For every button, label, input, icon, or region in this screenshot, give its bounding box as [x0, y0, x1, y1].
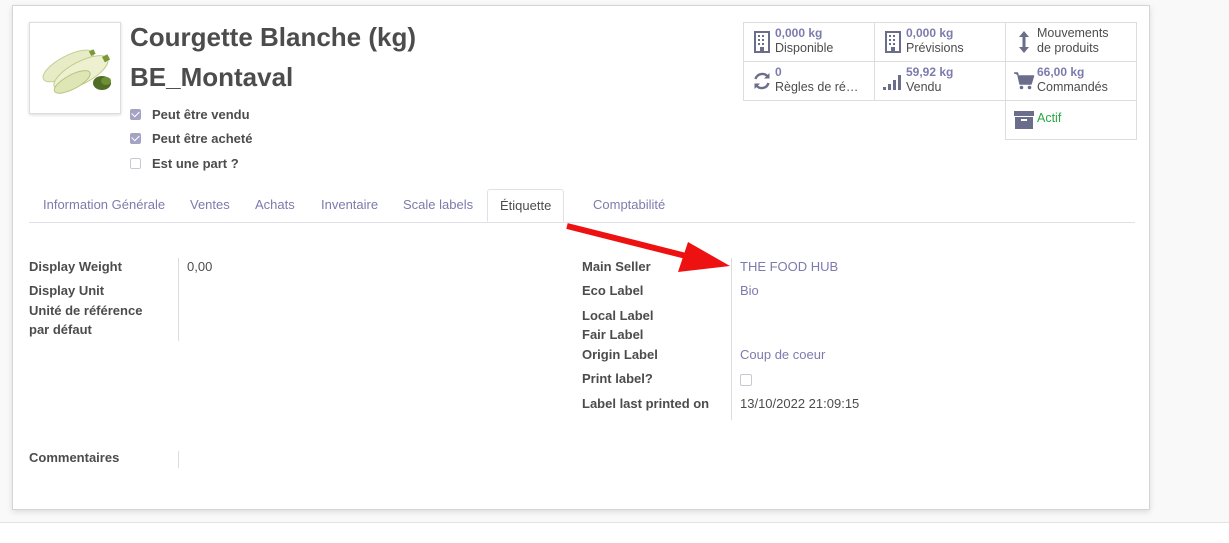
cart-icon — [1011, 62, 1037, 100]
tab-comptabilite[interactable]: Comptabilité — [581, 189, 677, 222]
product-image[interactable] — [29, 22, 121, 114]
origin-label-label: Origin Label — [582, 347, 658, 362]
up-down-arrow-icon — [1011, 23, 1037, 61]
eco-label-link[interactable]: Bio — [740, 281, 759, 300]
print-label-label: Print label? — [582, 371, 653, 386]
is-part-checkbox[interactable] — [130, 157, 141, 169]
stat-previsions-button[interactable]: 0,000 kg Prévisions — [874, 22, 1006, 62]
fair-label-label: Fair Label — [582, 327, 644, 342]
label-last-printed-label: Label last printed on — [582, 396, 710, 411]
field-separator — [178, 451, 179, 468]
stat-mouvements-button[interactable]: Mouvements de produits — [1005, 22, 1137, 62]
checkbox-row-part: Est une part ? — [130, 154, 239, 172]
refresh-icon — [749, 62, 775, 100]
checkbox-row-sold: Peut être vendu — [130, 105, 250, 123]
can-be-sold-checkbox[interactable] — [130, 108, 141, 120]
stat-vendu-button[interactable]: 59,92 kg Vendu — [874, 61, 1006, 101]
stat-regles-button[interactable]: 0 Règles de ré… — [743, 61, 875, 101]
regles-label: Règles de ré… — [775, 80, 859, 94]
stat-disponible-button[interactable]: 0,000 kg Disponible — [743, 22, 875, 62]
vendu-value: 59,92 kg — [906, 65, 954, 79]
tab-etiquette[interactable]: Étiquette — [487, 189, 565, 222]
can-be-purchased-label: Peut être acheté — [152, 130, 253, 146]
field-separator — [178, 258, 179, 341]
signal-bars-icon — [880, 62, 906, 100]
field-separator — [731, 258, 732, 420]
display-weight-label: Display Weight — [29, 259, 122, 274]
tab-inventaire[interactable]: Inventaire — [309, 189, 390, 222]
local-label-label: Local Label — [582, 308, 654, 323]
disponible-label: Disponible — [775, 41, 834, 55]
checkbox-row-purchased: Peut être acheté — [130, 129, 252, 147]
main-seller-link[interactable]: THE FOOD HUB — [740, 257, 838, 276]
courgette-image — [42, 49, 111, 94]
tab-achats[interactable]: Achats — [243, 189, 307, 222]
tab-ventes[interactable]: Ventes — [178, 189, 242, 222]
unite-reference-label-1: Unité de référence — [29, 303, 143, 318]
product-subtitle[interactable]: BE_Montaval — [130, 62, 293, 93]
unite-reference-label: Unité de référence par défaut — [29, 301, 142, 339]
previsions-label: Prévisions — [906, 41, 964, 55]
footer-area — [0, 523, 1229, 543]
print-label-checkbox[interactable] — [740, 374, 752, 386]
building-icon — [749, 23, 775, 61]
commandes-label: Commandés — [1037, 80, 1108, 94]
can-be-purchased-checkbox[interactable] — [130, 132, 141, 144]
mouvements-label-2: de produits — [1037, 41, 1099, 55]
notebook-tabs: Information Générale Ventes Achats Inven… — [29, 189, 1135, 223]
stat-commandes-button[interactable]: 66,00 kg Commandés — [1005, 61, 1137, 101]
unite-reference-label-2: par défaut — [29, 322, 92, 337]
tab-scale-labels[interactable]: Scale labels — [391, 189, 485, 222]
is-part-label: Est une part ? — [152, 155, 239, 171]
actif-label: Actif — [1037, 111, 1062, 125]
display-unit-label: Display Unit — [29, 283, 105, 298]
vendu-label: Vendu — [906, 80, 942, 94]
tab-information-generale[interactable]: Information Générale — [31, 189, 177, 222]
main-seller-label: Main Seller — [582, 259, 651, 274]
product-form-sheet: Courgette Blanche (kg) BE_Montaval Peut … — [12, 5, 1150, 510]
regles-value: 0 — [775, 65, 782, 79]
mouvements-label-1: Mouvements — [1037, 26, 1109, 40]
origin-label-link[interactable]: Coup de coeur — [740, 345, 825, 364]
label-last-printed-value[interactable]: 13/10/2022 21:09:15 — [740, 394, 859, 413]
can-be-sold-label: Peut être vendu — [152, 106, 250, 122]
stat-actif-button[interactable]: Actif — [1005, 100, 1137, 140]
comments-label: Commentaires — [29, 450, 120, 465]
eco-label-label: Eco Label — [582, 283, 644, 298]
commandes-value: 66,00 kg — [1037, 65, 1085, 79]
archive-icon — [1011, 101, 1037, 139]
disponible-value: 0,000 kg — [775, 26, 823, 40]
building-icon — [880, 23, 906, 61]
previsions-value: 0,000 kg — [906, 26, 954, 40]
display-weight-value[interactable]: 0,00 — [187, 257, 212, 276]
product-title[interactable]: Courgette Blanche (kg) — [130, 22, 416, 53]
